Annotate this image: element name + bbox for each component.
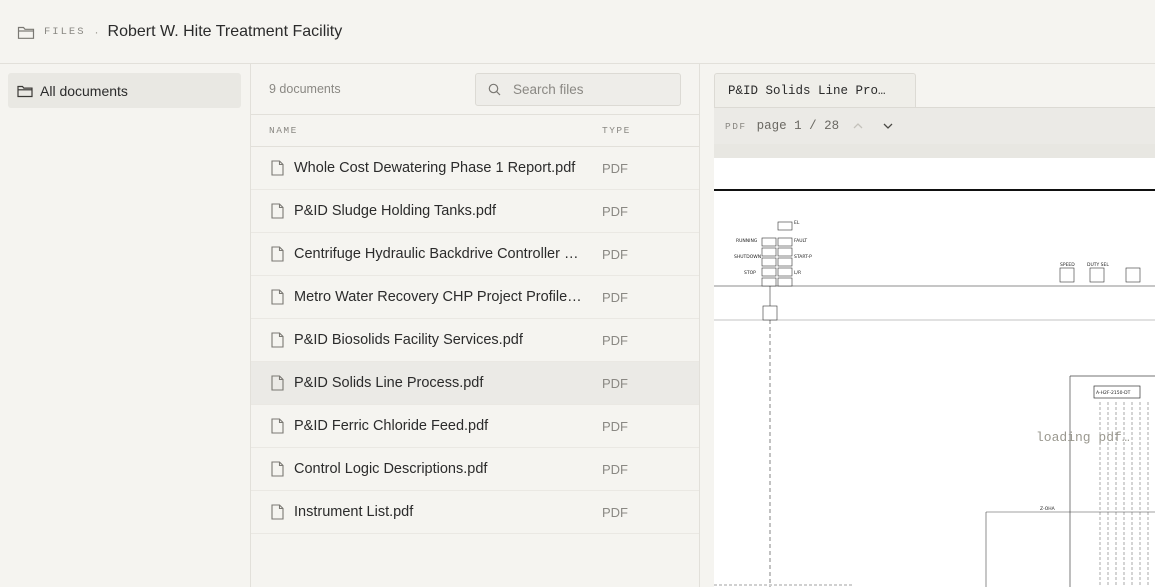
file-type: PDF — [602, 332, 628, 348]
drawing-label: EL — [794, 220, 800, 226]
document-icon — [271, 418, 284, 434]
drawing-label: SHUTDOWN — [734, 254, 761, 260]
search-input[interactable]: Search files — [475, 72, 681, 106]
folder-icon — [17, 26, 35, 39]
pdf-canvas[interactable]: EL RUNNING FAULT SHUTDOWN START-P STOP L… — [714, 144, 1155, 587]
search-icon — [488, 83, 501, 95]
column-header-type[interactable]: TYPE — [602, 125, 631, 136]
file-name: Whole Cost Dewatering Phase 1 Report.pdf — [294, 160, 576, 176]
document-icon — [271, 375, 284, 391]
drawing-label: RUNNING — [736, 238, 758, 244]
file-name: P&ID Ferric Chloride Feed.pdf — [294, 418, 489, 434]
file-row[interactable]: Metro Water Recovery CHP Project Profile… — [251, 276, 699, 319]
file-type: PDF — [602, 289, 628, 305]
document-icon — [271, 246, 284, 262]
column-headers: NAME TYPE — [251, 115, 699, 147]
file-row[interactable]: P&ID Ferric Chloride Feed.pdf PDF — [251, 405, 699, 448]
file-row[interactable]: Centrifuge Hydraulic Backdrive Controlle… — [251, 233, 699, 276]
file-type: PDF — [602, 246, 628, 262]
pid-drawing: EL RUNNING FAULT SHUTDOWN START-P STOP L… — [714, 189, 1155, 587]
file-row[interactable]: P&ID Sludge Holding Tanks.pdf PDF — [251, 190, 699, 233]
drawing-label: A-H2F-2150-DT — [1096, 390, 1131, 396]
pdf-page: EL RUNNING FAULT SHUTDOWN START-P STOP L… — [714, 158, 1155, 587]
file-row[interactable]: Instrument List.pdf PDF — [251, 491, 699, 534]
sidebar-item-label: All documents — [40, 82, 128, 99]
file-row[interactable]: P&ID Solids Line Process.pdf PDF — [251, 362, 699, 405]
drawing-label: L/R — [794, 270, 801, 276]
drawing-label: Z-OHA — [1040, 506, 1056, 512]
page-title: Robert W. Hite Treatment Facility — [107, 22, 343, 40]
document-icon — [271, 332, 284, 348]
file-name: P&ID Sludge Holding Tanks.pdf — [294, 203, 497, 219]
chevron-down-icon — [883, 123, 893, 129]
file-name: Instrument List.pdf — [294, 504, 414, 520]
document-icon — [271, 203, 284, 219]
chevron-up-icon — [853, 123, 863, 129]
file-list-panel: 9 documents Search files NAME TYPE Whole… — [251, 64, 700, 587]
file-row[interactable]: P&ID Biosolids Facility Services.pdf PDF — [251, 319, 699, 362]
format-label: PDF — [725, 120, 747, 132]
drawing-label: SPEED — [1060, 262, 1075, 268]
loading-indicator: loading pdf… — [1036, 430, 1130, 445]
next-page-button[interactable] — [877, 115, 899, 137]
sidebar-item-all-documents[interactable]: All documents — [8, 73, 241, 108]
document-icon — [271, 461, 284, 477]
file-row[interactable]: Control Logic Descriptions.pdf PDF — [251, 448, 699, 491]
page-indicator: page 1 / 28 — [756, 119, 840, 133]
drawing-label: STOP — [744, 270, 756, 276]
folder-icon — [17, 85, 33, 97]
file-row[interactable]: Whole Cost Dewatering Phase 1 Report.pdf… — [251, 147, 699, 190]
file-name: P&ID Biosolids Facility Services.pdf — [294, 332, 523, 348]
drawing-label: FAULT — [794, 238, 807, 244]
file-type: PDF — [602, 461, 628, 477]
file-name: Control Logic Descriptions.pdf — [294, 461, 488, 477]
document-icon — [271, 160, 284, 176]
document-icon — [271, 504, 284, 520]
file-name: P&ID Solids Line Process.pdf — [294, 375, 484, 391]
column-header-name[interactable]: NAME — [251, 125, 602, 136]
sidebar: All documents — [0, 64, 251, 587]
file-rows: Whole Cost Dewatering Phase 1 Report.pdf… — [251, 147, 699, 534]
file-type: PDF — [602, 375, 628, 391]
pdf-toolbar: PDF page 1 / 28 — [714, 107, 1155, 144]
file-type: PDF — [602, 504, 628, 520]
document-viewer: P&ID Solids Line Pro… PDF page 1 / 28 EL… — [700, 64, 1155, 587]
file-type: PDF — [602, 203, 628, 219]
search-placeholder: Search files — [513, 81, 584, 97]
document-icon — [271, 289, 284, 305]
drawing-label: START-P — [794, 254, 812, 260]
prev-page-button[interactable] — [847, 115, 869, 137]
breadcrumb-files[interactable]: FILES — [44, 26, 86, 38]
file-type: PDF — [602, 418, 628, 434]
drawing-label: DUTY SEL — [1087, 262, 1109, 268]
top-bar: FILES · Robert W. Hite Treatment Facilit… — [0, 0, 1155, 64]
tab-document[interactable]: P&ID Solids Line Pro… — [714, 73, 916, 108]
breadcrumb-separator: · — [94, 24, 99, 39]
document-count: 9 documents — [269, 82, 341, 96]
file-name: Centrifuge Hydraulic Backdrive Controlle… — [294, 246, 602, 262]
file-name: Metro Water Recovery CHP Project Profile… — [294, 289, 592, 305]
file-list-header: 9 documents Search files — [251, 64, 699, 115]
file-type: PDF — [602, 160, 628, 176]
